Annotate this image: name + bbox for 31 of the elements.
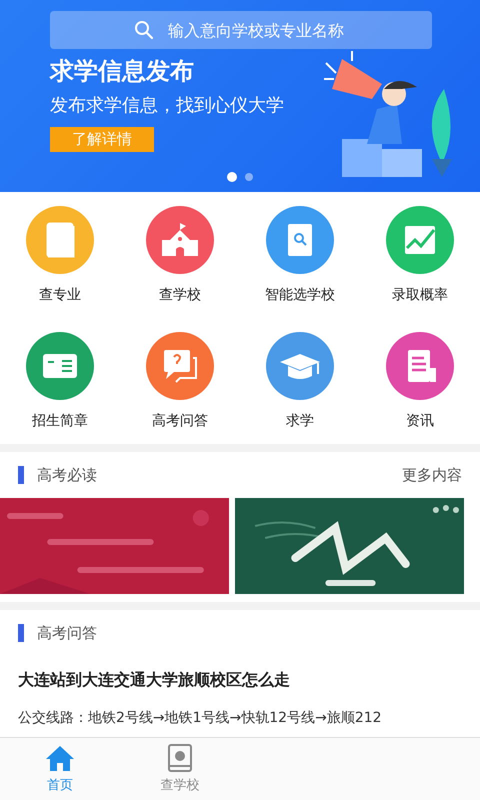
brochure-icon[interactable] (26, 332, 94, 400)
carousel-dot[interactable] (245, 173, 253, 181)
book-search-icon (165, 744, 195, 772)
book-icon[interactable] (26, 206, 94, 274)
graduation-cap-icon[interactable] (266, 332, 334, 400)
answer-text: 公交线路：地铁2号线→地铁1号线→快轨12号线→旅顺212 (17, 709, 383, 727)
carousel-dot[interactable] (227, 172, 237, 182)
section-title: 高考必读 (37, 466, 97, 484)
section-marker (18, 466, 24, 484)
section-marker (18, 624, 24, 642)
shortcut-label[interactable]: 招生简章 (32, 412, 88, 430)
question-chat-icon[interactable] (146, 332, 214, 400)
shortcut-label[interactable]: 录取概率 (392, 286, 448, 304)
shortcut-label[interactable]: 求学 (286, 412, 314, 430)
section-title: 高考问答 (37, 624, 97, 642)
chart-icon[interactable] (386, 206, 454, 274)
shortcut-label[interactable]: 智能选学校 (265, 286, 335, 304)
home-icon (45, 744, 75, 772)
shortcut-label[interactable]: 查专业 (39, 286, 81, 304)
banner[interactable]: 输入意向学校或专业名称 求学信息发布 发布求学信息，找到心仪大学 了解详情 (0, 0, 480, 192)
question-title[interactable]: 大连站到大连交通大学旅顺校区怎么走 (0, 656, 480, 691)
document-icon[interactable] (386, 332, 454, 400)
shortcut-label[interactable]: 查学校 (159, 286, 201, 304)
banner-subtitle: 发布求学信息，找到心仪大学 (50, 94, 284, 117)
school-icon[interactable] (146, 206, 214, 274)
shortcut-label[interactable]: 高考问答 (152, 412, 208, 430)
shortcut-label[interactable]: 资讯 (406, 412, 434, 430)
book-search-icon[interactable] (266, 206, 334, 274)
search-icon (134, 20, 154, 40)
more-link[interactable]: 更多内容 (402, 466, 462, 484)
banner-title: 求学信息发布 (50, 56, 194, 87)
